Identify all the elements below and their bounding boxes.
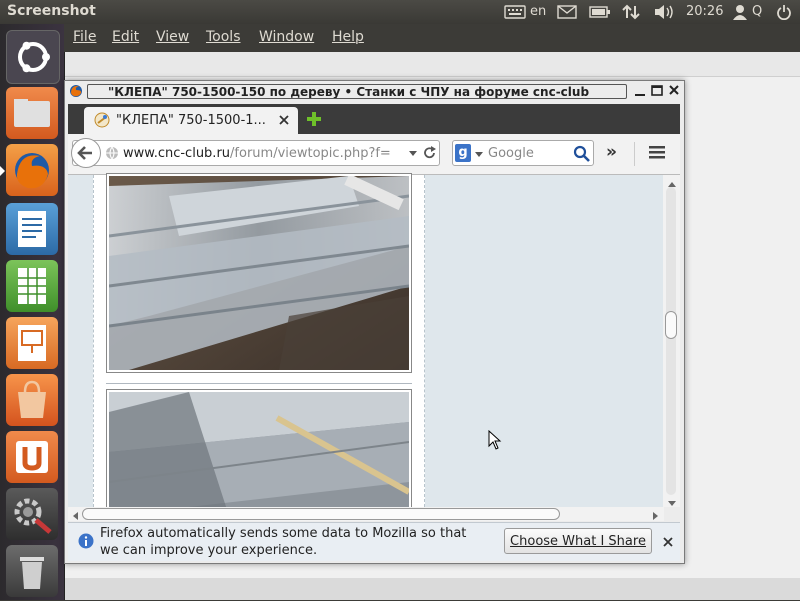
menu-window[interactable]: Window [259,29,314,45]
user-icon[interactable] [733,4,747,24]
tab-strip: "КЛЕПА" 750-1500-1... [68,104,680,134]
firefox-window: "КЛЕПА" 750-1500-150 по дереву • Станки … [64,80,685,564]
keyboard-icon[interactable] [504,5,526,23]
horizontal-scroll-thumb[interactable] [82,508,560,520]
window-titlebar: "КЛЕПА" 750-1500-150 по дереву • Станки … [65,81,684,103]
url-text: www.cnc-club.ru/forum/viewtopic.php?f= [123,146,391,161]
reload-icon[interactable] [423,146,437,164]
app-menubar: File Edit View Tools Window Help [64,24,800,52]
network-icon[interactable] [622,4,640,24]
minimize-icon[interactable] [633,83,647,103]
launcher [0,24,65,600]
ubuntu-logo-icon [18,41,50,73]
menu-hamburger-icon[interactable] [648,144,666,164]
page-content [68,173,680,519]
close-window-icon[interactable] [667,83,681,103]
impress-launcher-icon[interactable] [6,317,58,369]
desktop-strip [64,52,800,77]
menu-help[interactable]: Help [332,29,364,45]
keyboard-layout[interactable]: en [530,4,546,19]
writer-launcher-icon[interactable] [6,203,58,255]
tab-active[interactable]: "КЛЕПА" 750-1500-1... [84,107,298,134]
post-image-1[interactable] [106,173,412,373]
notification-close-icon[interactable] [663,536,673,551]
firefox-launcher-icon[interactable] [6,144,58,196]
notification-bar: Firefox automatically sends some data to… [68,522,680,561]
files-launcher-icon[interactable] [6,87,58,139]
trash-icon[interactable] [6,545,58,597]
ubuntu-one-icon[interactable] [6,431,58,483]
window-title-text: "КЛЕПА" 750-1500-150 по дереву • Станки … [87,84,627,99]
menu-tools[interactable]: Tools [206,29,241,45]
choose-what-i-share-button[interactable]: Choose What I Share [504,528,652,554]
navigation-bar: www.cnc-club.ru/forum/viewtopic.php?f= g… [68,134,680,175]
post-divider [106,383,412,384]
toolbar-separator [634,142,635,166]
cnc-frame-photo-2 [108,392,411,516]
desktop-bottom [64,578,800,600]
clock[interactable]: 20:26 [686,4,723,19]
scroll-down-icon[interactable] [667,497,677,512]
battery-icon[interactable] [589,6,611,22]
dash-home-button[interactable] [6,30,60,84]
tab-close-icon[interactable] [278,114,290,130]
power-icon[interactable] [776,4,792,24]
url-domain: www.cnc-club.ru [123,146,231,161]
globe-icon [105,146,119,164]
post-image-2[interactable] [106,389,412,519]
user-name[interactable]: Q [752,4,762,19]
tab-favicon-icon [94,112,110,132]
horizontal-scrollbar[interactable] [68,507,664,521]
tab-title: "КЛЕПА" 750-1500-1... [116,113,266,128]
search-bar[interactable]: g Google [452,140,594,166]
window-title: Screenshot [7,3,96,19]
top-panel: Screenshot en 20:26 Q [0,0,800,24]
firefox-app-icon [69,84,83,102]
system-settings-icon[interactable] [6,488,58,540]
url-path: /forum/viewtopic.php?f= [230,146,391,161]
vertical-scroll-thumb[interactable] [665,311,677,339]
active-app-indicator [0,166,5,176]
toolbar-overflow-button[interactable]: » [606,142,617,162]
new-tab-icon[interactable] [306,111,322,131]
software-center-icon[interactable] [6,374,58,426]
vertical-scrollbar[interactable] [663,175,680,507]
search-input[interactable]: Google [488,146,534,161]
menu-file[interactable]: File [73,29,96,45]
menu-edit[interactable]: Edit [112,29,139,45]
maximize-icon[interactable] [650,83,664,103]
search-engine-dropdown-icon[interactable] [474,148,484,163]
calc-launcher-icon[interactable] [6,260,58,312]
cnc-frame-photo-1 [108,173,410,370]
vertical-scroll-track[interactable] [666,187,676,495]
back-button[interactable] [71,138,101,168]
notification-text: Firefox automatically sends some data to… [100,526,467,558]
volume-icon[interactable] [653,4,675,24]
search-icon[interactable] [573,145,591,167]
mouse-cursor-icon [488,429,502,454]
back-arrow-icon [77,146,92,160]
google-engine-icon[interactable]: g [455,144,471,162]
url-dropdown-icon[interactable] [408,147,418,163]
menu-view[interactable]: View [156,29,189,45]
info-icon [78,533,94,553]
mail-icon[interactable] [557,5,577,23]
url-bar[interactable]: www.cnc-club.ru/forum/viewtopic.php?f= [71,138,440,168]
